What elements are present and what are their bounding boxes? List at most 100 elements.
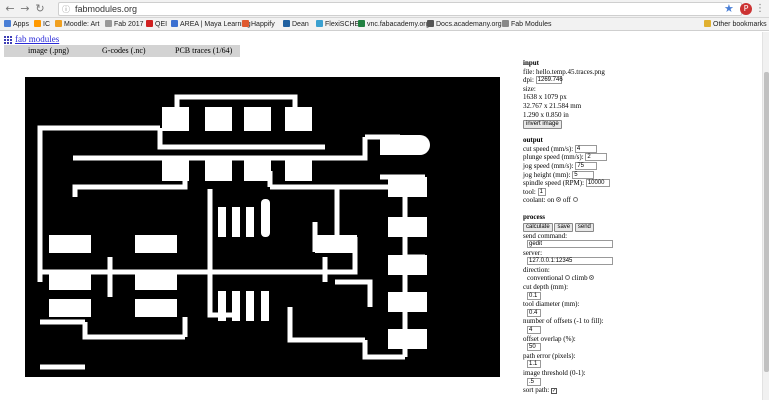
overlap-label: offset overlap (%): — [523, 334, 576, 343]
coolant-row: coolant: on off — [523, 196, 763, 205]
pad — [246, 207, 254, 237]
tab-image-png[interactable]: image (.png) — [28, 45, 69, 57]
scrollbar-thumb[interactable] — [764, 72, 769, 372]
direction-label: direction: — [523, 265, 550, 274]
pad — [135, 235, 177, 253]
bookmark-label: Dean — [292, 21, 309, 28]
pad — [218, 207, 226, 237]
bookmark-icon — [242, 20, 249, 27]
bookmark-item[interactable]: QEI — [146, 20, 167, 30]
tool-diameter-label: tool diameter (mm): — [523, 300, 580, 309]
size-in: 1.290 x 0.850 in — [523, 110, 569, 119]
bookmark-item[interactable]: Docs.academany.org — [427, 20, 502, 30]
calculate-button[interactable]: calculate — [523, 222, 553, 232]
pinterest-extension-icon[interactable]: P — [740, 3, 752, 15]
trace — [37, 125, 160, 282]
spindle-speed-row: spindle speed (RPM): 10000 — [523, 179, 763, 188]
dpi-label: dpi: — [523, 76, 534, 85]
send-button[interactable]: send — [574, 222, 594, 232]
dpi-input[interactable]: 1269.746 — [535, 76, 563, 85]
spindle-speed-input[interactable]: 10000 — [585, 179, 610, 188]
direction-row: conventional climb — [523, 274, 763, 283]
offsets-label: number of offsets (-1 to fill): — [523, 317, 604, 326]
save-button[interactable]: save — [554, 222, 574, 232]
send-command-input[interactable]: gedit — [527, 240, 613, 249]
pad — [232, 207, 240, 237]
page-scrollbar[interactable] — [762, 32, 769, 400]
threshold-input[interactable]: .5 — [527, 377, 541, 386]
tool-diameter-input[interactable]: 0.4 — [527, 308, 541, 317]
pad — [285, 107, 312, 131]
bookmark-item[interactable]: Fab 2017 — [105, 20, 144, 30]
pad — [388, 329, 427, 349]
bookmark-icon — [4, 20, 11, 27]
bookmark-label: Apps — [13, 21, 29, 28]
pad — [388, 292, 427, 312]
pad — [135, 272, 177, 290]
server-label: server: — [523, 248, 543, 257]
trace — [287, 307, 365, 343]
tab-pcb-traces[interactable]: PCB traces (1/64) — [175, 45, 232, 57]
path-error-input[interactable]: 1.1 — [527, 360, 541, 369]
address-bar[interactable]: ⓘ fabmodules.org — [58, 2, 742, 16]
sort-path-label: sort path: — [523, 386, 550, 395]
bookmark-icon — [55, 20, 62, 27]
offsets-input[interactable]: 4 — [527, 326, 541, 335]
bookmark-item[interactable]: vnc.fabacademy.org — [358, 20, 430, 30]
conventional-radio[interactable] — [564, 275, 570, 281]
pad — [218, 291, 226, 321]
sort-path-row: sort path: ✓ — [523, 386, 763, 395]
reload-icon[interactable]: ↻ — [33, 2, 47, 16]
page-info-icon: ⓘ — [62, 5, 70, 14]
cut-depth-input[interactable]: 0.1 — [527, 291, 541, 300]
mode-tabs: image (.png) G-codes (.nc) PCB traces (1… — [4, 45, 240, 57]
overlap-input[interactable]: 50 — [527, 343, 541, 352]
bookmark-item[interactable]: Other bookmarks — [704, 20, 767, 30]
bookmark-label: Fab 2017 — [114, 21, 144, 28]
bookmark-icon — [34, 20, 41, 27]
pcb-traces-drawing — [37, 94, 430, 370]
climb-radio[interactable] — [589, 275, 595, 281]
bookmark-item[interactable]: Apps — [4, 20, 29, 30]
bookmark-item[interactable]: Happify — [242, 20, 275, 30]
jog-speed-input[interactable]: 75 — [575, 161, 598, 170]
tool-input[interactable]: 1 — [537, 187, 546, 196]
coolant-on-radio[interactable] — [556, 197, 562, 203]
pad — [135, 299, 177, 317]
bookmark-item[interactable]: Dean — [283, 20, 309, 30]
sort-path-checkbox[interactable]: ✓ — [551, 388, 557, 395]
bookmark-label: IC — [43, 21, 50, 28]
jog-height-input[interactable]: 5 — [572, 170, 595, 179]
cut-speed-input[interactable]: 4 — [574, 144, 597, 153]
coolant-off-radio[interactable] — [572, 197, 578, 203]
plunge-speed-input[interactable]: 2 — [585, 153, 608, 162]
bookmark-label: Fab Modules — [511, 21, 552, 28]
size-px: 1638 x 1079 px — [523, 93, 567, 102]
process-buttons: calculate save send — [523, 222, 763, 232]
fab-modules-link[interactable]: fab modules — [15, 34, 59, 44]
bookmark-icon — [283, 20, 290, 27]
tab-gcodes-nc[interactable]: G-codes (.nc) — [102, 45, 146, 57]
back-arrow-icon[interactable]: ← — [3, 2, 17, 16]
cut-speed-label: cut speed (mm/s): — [523, 144, 574, 153]
size-label: size: — [523, 84, 536, 93]
bookmark-item[interactable]: Fab Modules — [502, 20, 551, 30]
bookmark-icon — [105, 20, 112, 27]
bookmark-icon — [316, 20, 323, 27]
input-heading: input — [523, 59, 539, 67]
invert-image-button[interactable]: invert image — [523, 120, 562, 130]
server-input[interactable]: 127.0.0.1:12345 — [527, 257, 613, 266]
bookmark-star-icon[interactable]: ★ — [724, 2, 734, 15]
forward-arrow-icon[interactable]: → — [18, 2, 32, 16]
bookmark-item[interactable]: IC — [34, 20, 50, 30]
fab-modules-logo-icon — [4, 36, 12, 44]
coolant-off-label: off — [562, 196, 571, 205]
bookmark-icon — [358, 20, 365, 27]
threshold-label: image threshold (0-1): — [523, 369, 586, 377]
jog-speed-label: jog speed (mm/s): — [523, 161, 574, 170]
pad — [380, 135, 430, 155]
bookmark-item[interactable]: AREA | Maya Learning — [171, 20, 251, 30]
menu-icon[interactable]: ⋮ — [753, 2, 767, 16]
bookmark-icon — [171, 20, 178, 27]
bookmark-item[interactable]: Moodle: Art — [55, 20, 99, 30]
